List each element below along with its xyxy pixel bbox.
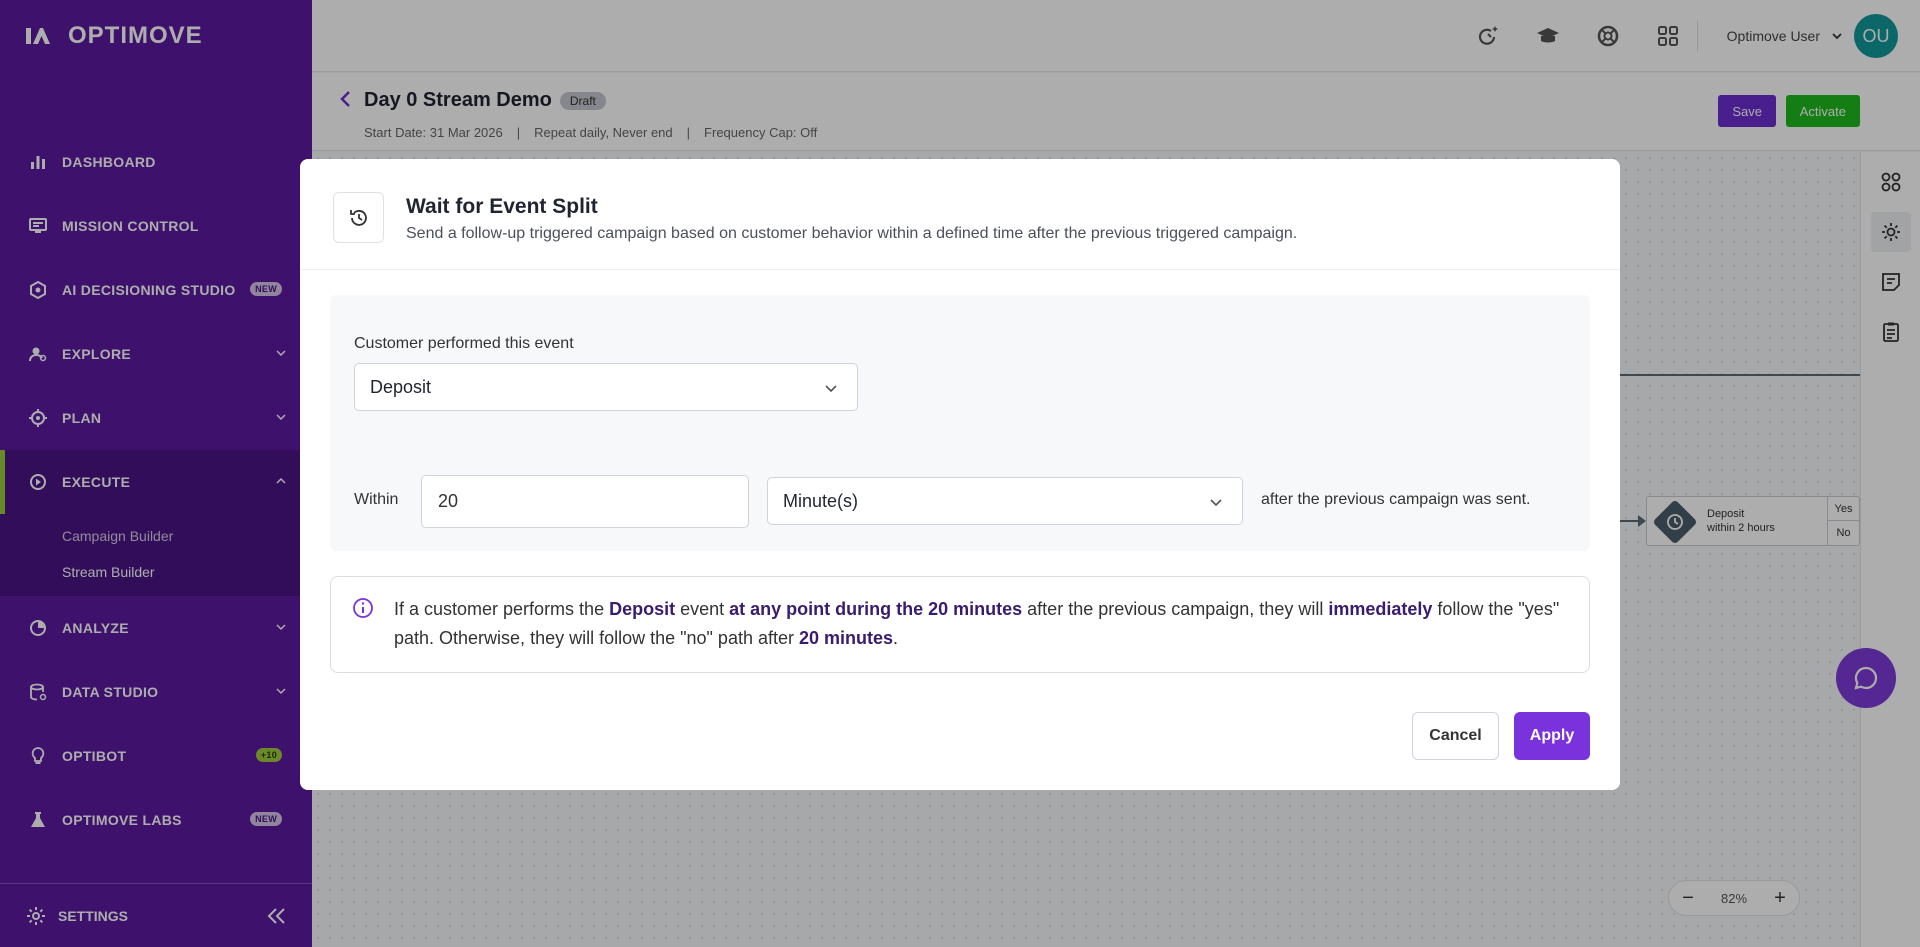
within-label: Within	[354, 491, 399, 508]
info-bold: at any point during the 20 minutes	[729, 599, 1023, 619]
event-select[interactable]: Deposit	[354, 363, 858, 411]
cancel-button[interactable]: Cancel	[1412, 712, 1499, 760]
time-unit-select[interactable]: Minute(s)	[767, 477, 1243, 525]
duration-input[interactable]	[421, 475, 749, 528]
chevron-down-icon	[825, 385, 837, 393]
modal-description: Send a follow-up triggered campaign base…	[406, 225, 1298, 242]
settings-panel: Customer performed this event Deposit Wi…	[330, 295, 1590, 551]
chevron-down-icon	[1210, 499, 1222, 507]
event-label: Customer performed this event	[354, 335, 574, 352]
info-segment: after the previous campaign, they will	[1022, 599, 1329, 619]
clock-history-icon	[349, 209, 367, 226]
event-selected-value: Deposit	[370, 376, 432, 397]
info-segment: event	[675, 599, 730, 619]
modal-title: Wait for Event Split	[406, 195, 598, 218]
info-bold: 20 minutes	[798, 628, 894, 648]
after-label: after the previous campaign was sent.	[1261, 491, 1531, 508]
info-bold: Deposit	[609, 599, 676, 619]
modal-header: Wait for Event Split Send a follow-up tr…	[300, 159, 1620, 270]
info-text: If a customer performs the Deposit event…	[394, 595, 1567, 653]
apply-button[interactable]: Apply	[1514, 712, 1590, 760]
info-box: If a customer performs the Deposit event…	[330, 576, 1590, 673]
info-segment: .	[893, 628, 899, 648]
info-bold: immediately	[1328, 599, 1433, 619]
info-segment: If a customer performs the	[394, 599, 610, 619]
info-icon	[353, 598, 373, 618]
modal-icon-box	[333, 192, 384, 243]
unit-selected-value: Minute(s)	[783, 490, 859, 511]
wait-for-event-modal: Wait for Event Split Send a follow-up tr…	[300, 159, 1620, 790]
